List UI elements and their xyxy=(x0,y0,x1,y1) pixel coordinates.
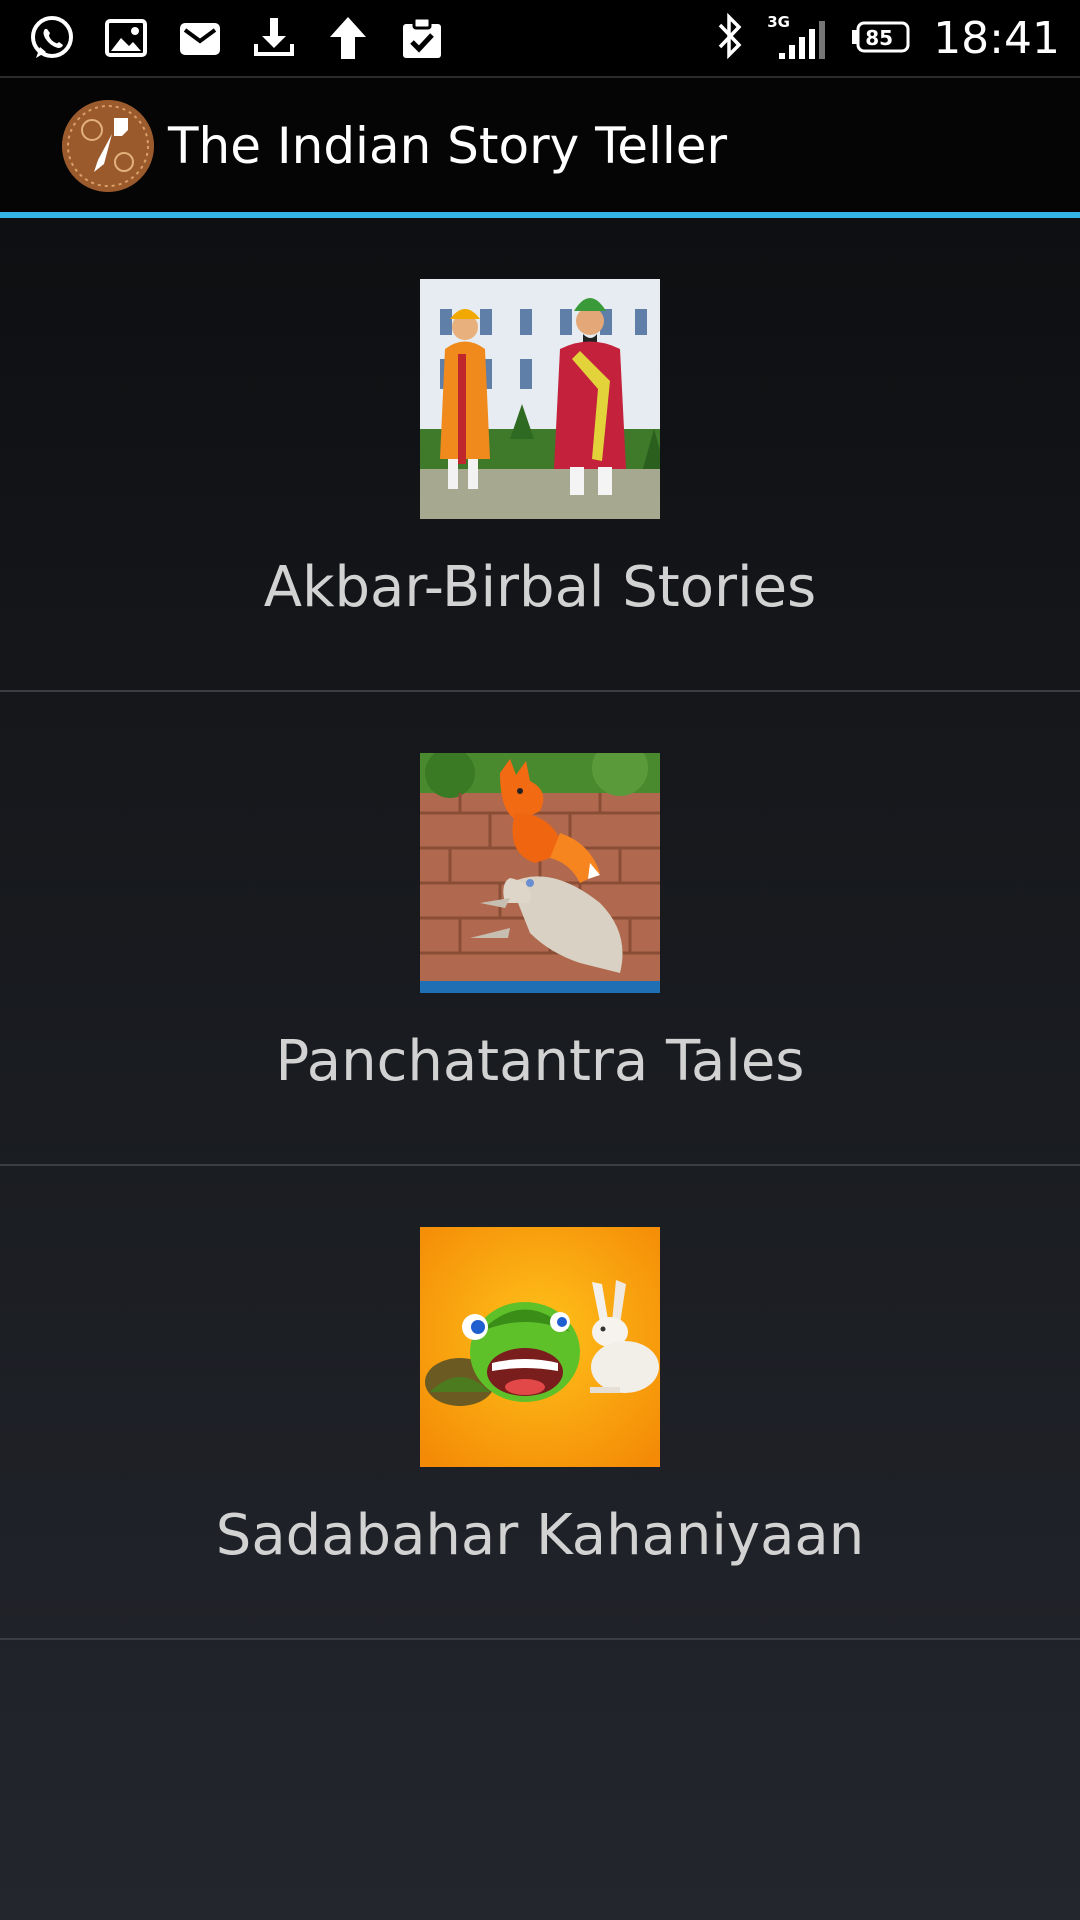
notification-icons xyxy=(0,14,446,62)
akbar-birbal-illustration xyxy=(420,279,660,519)
story-item-sadabahar[interactable]: Sadabahar Kahaniyaan xyxy=(0,1166,1080,1640)
image-icon xyxy=(102,14,150,62)
fox-and-goat-illustration xyxy=(420,753,660,993)
app-logo-icon[interactable] xyxy=(62,100,154,192)
upload-icon xyxy=(324,14,372,62)
status-bar: 3G 85 18:41 xyxy=(0,0,1080,76)
system-icons: 3G 85 18:41 xyxy=(715,13,1080,64)
mail-icon xyxy=(176,14,224,62)
story-title: Panchatantra Tales xyxy=(275,1029,805,1094)
action-bar: The Indian Story Teller xyxy=(0,76,1080,214)
download-icon xyxy=(250,14,298,62)
battery-level: 85 xyxy=(865,26,894,50)
app-title: The Indian Story Teller xyxy=(168,117,728,175)
whatsapp-icon xyxy=(28,14,76,62)
battery-icon: 85 xyxy=(851,21,911,55)
story-list: Akbar-Birbal Stories Panchatantra Tales … xyxy=(0,218,1080,1640)
story-title: Sadabahar Kahaniyaan xyxy=(215,1503,865,1568)
story-title: Akbar-Birbal Stories xyxy=(263,555,817,620)
story-item-panchatantra[interactable]: Panchatantra Tales xyxy=(0,692,1080,1166)
story-item-akbar-birbal[interactable]: Akbar-Birbal Stories xyxy=(0,218,1080,692)
bluetooth-icon xyxy=(715,12,745,63)
signal-icon: 3G xyxy=(767,13,829,61)
tortoise-and-hare-illustration xyxy=(420,1227,660,1467)
clipboard-check-icon xyxy=(398,14,446,62)
clock: 18:41 xyxy=(933,12,1060,64)
